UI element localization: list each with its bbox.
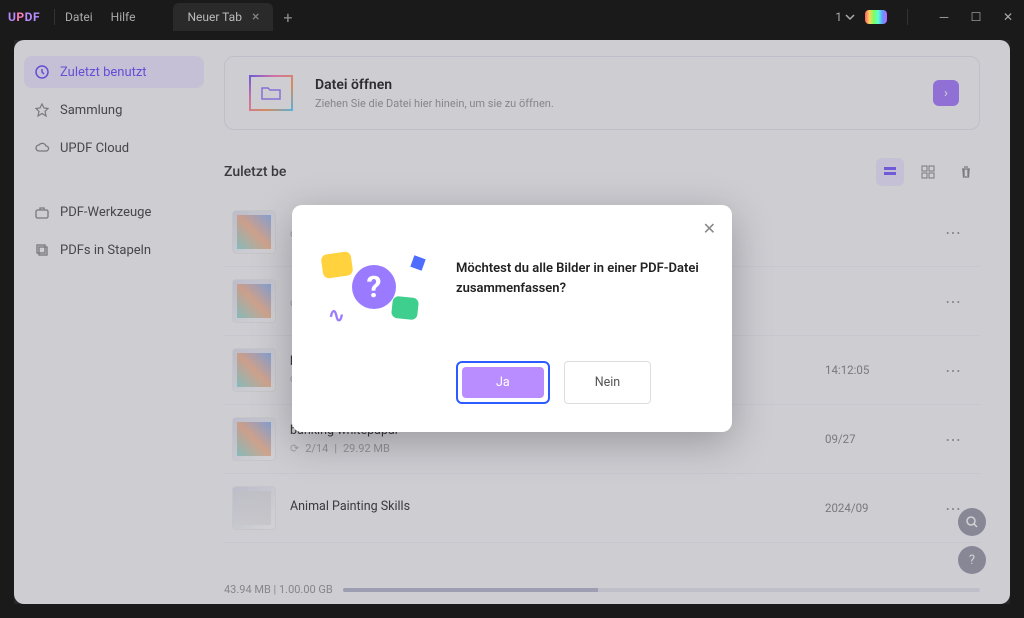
dialog-message: Möchtest du alle Bilder in einer PDF-Dat… [456,247,708,298]
tab-label: Neuer Tab [187,10,241,24]
dialog-no-button[interactable]: Nein [564,361,652,404]
version-indicator[interactable]: 1 [835,10,855,24]
close-window-button[interactable]: ✕ [1000,10,1016,24]
app-logo: UPDF [8,10,40,24]
theme-icon[interactable] [865,10,887,24]
menu-file[interactable]: Datei [65,10,93,24]
dialog-yes-focus: Ja [456,361,550,404]
minimize-button[interactable]: ─ [936,10,952,24]
menu-help[interactable]: Hilfe [111,10,136,24]
title-bar: UPDF Datei Hilfe Neuer Tab × + 1 ─ ☐ ✕ [0,0,1024,34]
maximize-button[interactable]: ☐ [968,10,984,24]
dialog-close-icon[interactable]: ✕ [703,219,716,238]
add-tab-icon[interactable]: + [283,8,292,27]
dialog-yes-button[interactable]: Ja [462,367,544,398]
confirm-dialog: ✕ ? ∿ Möchtest du alle Bilder in einer P… [292,205,732,432]
dialog-illustration: ? ∿ [316,247,436,337]
tab-close-icon[interactable]: × [252,9,259,25]
chevron-down-icon [845,12,855,22]
tab-new[interactable]: Neuer Tab × [173,3,273,31]
